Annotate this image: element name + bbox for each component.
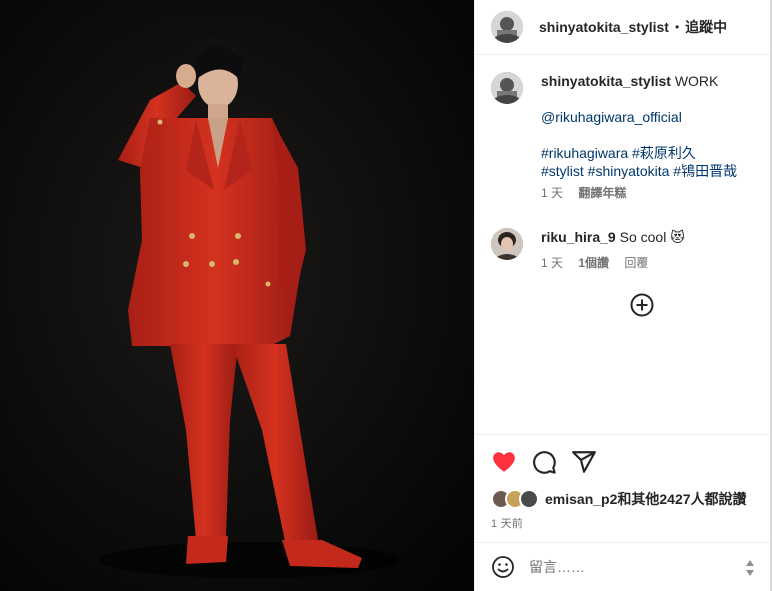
post-actions: emisan_p2和其他2427人都說讚 1 天前 xyxy=(475,434,772,542)
commenter-username[interactable]: riku_hira_9 xyxy=(541,229,616,245)
caption-username[interactable]: shinyatokita_stylist xyxy=(541,73,671,89)
author-username[interactable]: shinyatokita_stylist xyxy=(539,19,669,35)
emoji-icon[interactable] xyxy=(491,555,515,579)
comment-body: riku_hira_9 So cool 😻 1 天 1個讚 回覆 xyxy=(541,228,771,272)
load-more-comments-icon[interactable] xyxy=(630,293,654,317)
comment-icon[interactable] xyxy=(531,449,557,475)
scroll-arrows-icon[interactable] xyxy=(745,559,755,577)
comment-likes[interactable]: 1個讚 xyxy=(578,256,609,270)
hashtags-line-2[interactable]: #stylist #shinyatokita #鴇田晋哉 xyxy=(541,162,771,180)
comment-input[interactable] xyxy=(529,559,729,575)
commenter-avatar[interactable] xyxy=(491,228,523,260)
caption-title: WORK xyxy=(674,73,719,89)
liker-avatar-3[interactable] xyxy=(519,489,539,509)
author-avatar[interactable] xyxy=(491,11,523,43)
likes-summary: emisan_p2和其他2427人都說讚 xyxy=(491,489,747,509)
reply-button[interactable]: 回覆 xyxy=(624,256,648,270)
liker-avatars xyxy=(491,489,541,509)
following-button[interactable]: 追蹤中 xyxy=(685,17,727,37)
comment-meta: 1 天 1個讚 回覆 xyxy=(541,254,771,272)
heart-icon[interactable] xyxy=(491,449,517,475)
hashtags-line-1[interactable]: #rikuhagiwara #萩原利久 xyxy=(541,144,771,162)
comment-time[interactable]: 1 天 xyxy=(541,256,563,270)
post-header: shinyatokita_stylist • 追蹤中 xyxy=(475,0,772,55)
caption-time[interactable]: 1 天 xyxy=(541,186,563,200)
likes-count[interactable]: emisan_p2和其他2427人都說讚 xyxy=(545,489,747,509)
share-icon[interactable] xyxy=(571,449,597,475)
post-details-panel: shinyatokita_stylist • 追蹤中 shinyatokita_… xyxy=(474,0,772,591)
photo-illustration xyxy=(0,0,474,591)
caption-body: shinyatokita_stylist WORK @rikuhagiwara_… xyxy=(541,72,771,202)
comments-list: shinyatokita_stylist WORK @rikuhagiwara_… xyxy=(475,56,772,434)
caption-author-avatar[interactable] xyxy=(491,72,523,104)
caption-meta: 1 天 翻譯年糕 xyxy=(541,184,771,202)
comment-text: So cool 😻 xyxy=(619,229,685,245)
add-comment-bar xyxy=(475,542,772,591)
mention-link[interactable]: @rikuhagiwara_official xyxy=(541,108,771,126)
post-photo[interactable] xyxy=(0,0,474,591)
separator-dot: • xyxy=(674,20,680,34)
translate-button[interactable]: 翻譯年糕 xyxy=(578,186,626,200)
post-timestamp[interactable]: 1 天前 xyxy=(491,515,523,531)
